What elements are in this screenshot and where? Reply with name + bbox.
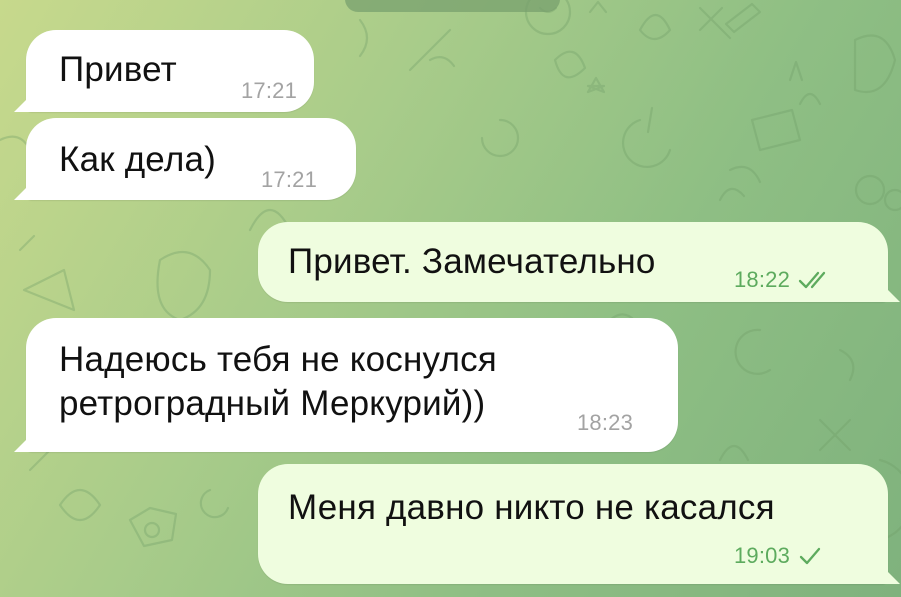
message-meta: 19:03 xyxy=(734,544,822,568)
message-meta: 17:21 xyxy=(261,168,317,192)
message-time: 18:22 xyxy=(734,267,791,292)
single-check-icon xyxy=(798,546,822,566)
message-bubble-incoming[interactable]: Как дела) 17:21 xyxy=(26,118,356,200)
message-time: 18:23 xyxy=(577,410,634,435)
message-time: 17:21 xyxy=(241,78,298,103)
message-text: Надеюсь тебя не коснулся ретроградный Ме… xyxy=(59,340,497,423)
message-meta: 18:22 xyxy=(734,268,832,292)
date-pill xyxy=(345,0,560,12)
double-check-icon xyxy=(798,270,832,290)
message-text: Как дела) xyxy=(59,140,216,179)
message-text: Меня давно никто не касался xyxy=(288,488,775,527)
message-text: Привет. Замечательно xyxy=(288,242,656,281)
message-bubble-outgoing[interactable]: Привет. Замечательно 18:22 xyxy=(258,222,888,302)
message-meta: 18:23 xyxy=(577,411,633,435)
message-text: Привет xyxy=(59,50,177,89)
message-bubble-outgoing[interactable]: Меня давно никто не касался 19:03 xyxy=(258,464,888,584)
message-time: 17:21 xyxy=(261,167,318,192)
message-meta: 17:21 xyxy=(241,79,297,103)
message-time: 19:03 xyxy=(734,543,791,568)
message-bubble-incoming[interactable]: Надеюсь тебя не коснулся ретроградный Ме… xyxy=(26,318,678,452)
message-bubble-incoming[interactable]: Привет 17:21 xyxy=(26,30,314,112)
